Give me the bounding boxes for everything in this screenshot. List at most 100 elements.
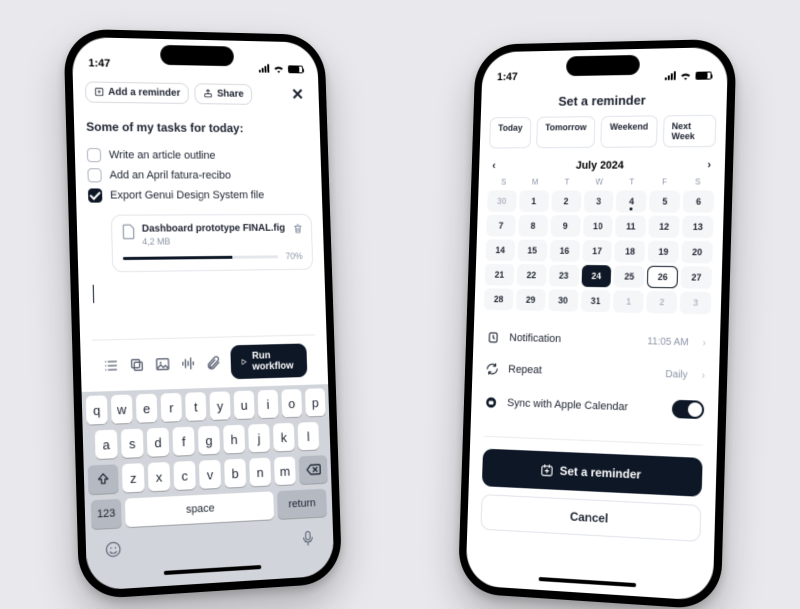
day-31[interactable]: 31 — [580, 290, 611, 313]
day-1[interactable]: 1 — [613, 290, 644, 313]
day-14[interactable]: 14 — [485, 239, 515, 261]
day-28[interactable]: 28 — [484, 288, 514, 310]
day-25[interactable]: 25 — [614, 265, 645, 287]
key-b[interactable]: b — [224, 459, 246, 488]
day-22[interactable]: 22 — [516, 264, 546, 286]
day-23[interactable]: 23 — [549, 265, 579, 287]
day-26[interactable]: 26 — [647, 266, 678, 289]
prev-month-button[interactable]: ‹ — [492, 160, 496, 172]
task-item[interactable]: Add an April fatura-recibo — [87, 168, 310, 182]
day-11[interactable]: 11 — [615, 215, 646, 237]
task-item[interactable]: Write an article outline — [87, 148, 310, 163]
quick-weekend[interactable]: Weekend — [600, 115, 657, 147]
task-checkbox[interactable] — [87, 148, 101, 162]
cancel-label: Cancel — [570, 510, 609, 526]
key-w[interactable]: w — [111, 395, 133, 424]
day-16[interactable]: 16 — [549, 240, 579, 262]
audio-wave-icon[interactable] — [180, 355, 196, 371]
set-reminder-button[interactable]: Set a reminder — [482, 449, 703, 497]
key-m[interactable]: m — [274, 457, 296, 486]
key-k[interactable]: k — [273, 423, 295, 452]
mic-icon[interactable] — [299, 529, 317, 548]
day-13[interactable]: 13 — [682, 216, 713, 238]
list-icon[interactable] — [103, 357, 119, 374]
text-caret[interactable] — [93, 281, 313, 303]
key-g[interactable]: g — [198, 426, 220, 455]
day-17[interactable]: 17 — [582, 240, 613, 262]
day-9[interactable]: 9 — [550, 215, 580, 237]
key-h[interactable]: h — [223, 425, 245, 454]
day-8[interactable]: 8 — [518, 215, 548, 237]
task-checkbox[interactable] — [87, 168, 101, 182]
keyboard[interactable]: qwertyuiop asdfghjkl zxcvbnm 123 space r… — [82, 384, 335, 591]
notch — [566, 55, 640, 76]
day-21[interactable]: 21 — [485, 264, 515, 286]
task-label: Add an April fatura-recibo — [109, 169, 231, 181]
attachment-icon[interactable] — [205, 355, 221, 371]
next-month-button[interactable]: › — [707, 159, 711, 171]
day-30[interactable]: 30 — [548, 289, 578, 311]
key-x[interactable]: x — [148, 462, 171, 491]
key-j[interactable]: j — [248, 424, 270, 453]
close-button[interactable]: ✕ — [287, 81, 308, 109]
key-t[interactable]: t — [185, 392, 206, 421]
day-7[interactable]: 7 — [486, 215, 516, 237]
day-19[interactable]: 19 — [648, 241, 679, 263]
key-o[interactable]: o — [281, 389, 302, 417]
task-item[interactable]: Export Genui Design System file — [88, 188, 311, 202]
quick-tomorrow[interactable]: Tomorrow — [536, 116, 596, 148]
day-4[interactable]: 4 — [616, 190, 647, 212]
key-y[interactable]: y — [209, 391, 230, 420]
key-f[interactable]: f — [172, 427, 194, 456]
key-z[interactable]: z — [122, 463, 145, 493]
key-e[interactable]: e — [136, 394, 158, 423]
day-10[interactable]: 10 — [583, 215, 614, 237]
emoji-icon[interactable] — [104, 540, 123, 559]
day-24[interactable]: 24 — [581, 265, 612, 287]
quick-today[interactable]: Today — [489, 117, 531, 149]
key-return[interactable]: return — [277, 489, 327, 519]
day-3[interactable]: 3 — [680, 291, 712, 314]
trash-icon[interactable] — [292, 223, 304, 235]
day-30[interactable]: 30 — [487, 190, 517, 212]
run-workflow-button[interactable]: Run workflow — [230, 343, 307, 379]
key-d[interactable]: d — [147, 428, 170, 457]
sync-toggle[interactable] — [672, 400, 705, 419]
dow-label: F — [648, 177, 681, 186]
day-27[interactable]: 27 — [681, 266, 713, 289]
key-shift[interactable] — [88, 464, 119, 494]
copy-icon[interactable] — [129, 357, 145, 374]
upload-percent: 70% — [285, 251, 302, 261]
key-l[interactable]: l — [298, 422, 320, 450]
task-checkbox[interactable] — [88, 188, 102, 202]
key-s[interactable]: s — [121, 429, 144, 458]
quick-next-week[interactable]: Next Week — [662, 115, 716, 148]
day-15[interactable]: 15 — [517, 240, 547, 262]
key-n[interactable]: n — [249, 458, 271, 487]
day-2[interactable]: 2 — [551, 190, 581, 212]
key-u[interactable]: u — [234, 391, 255, 420]
key-q[interactable]: q — [86, 395, 108, 424]
day-2[interactable]: 2 — [646, 291, 677, 314]
key-123[interactable]: 123 — [91, 499, 122, 529]
key-r[interactable]: r — [161, 393, 182, 422]
day-5[interactable]: 5 — [649, 190, 680, 212]
key-c[interactable]: c — [173, 461, 195, 490]
key-backspace[interactable] — [299, 455, 328, 484]
day-1[interactable]: 1 — [519, 190, 549, 212]
key-v[interactable]: v — [199, 460, 221, 489]
key-p[interactable]: p — [305, 388, 326, 416]
key-space[interactable]: space — [125, 491, 274, 527]
image-icon[interactable] — [155, 356, 171, 373]
day-12[interactable]: 12 — [649, 216, 680, 238]
battery-icon — [695, 71, 711, 79]
key-i[interactable]: i — [258, 390, 279, 418]
day-3[interactable]: 3 — [583, 190, 614, 212]
day-18[interactable]: 18 — [615, 240, 646, 262]
add-reminder-button[interactable]: Add a reminder — [85, 81, 189, 104]
key-a[interactable]: a — [95, 430, 118, 459]
day-29[interactable]: 29 — [516, 289, 546, 311]
share-button[interactable]: Share — [195, 83, 253, 105]
day-6[interactable]: 6 — [683, 191, 714, 213]
day-20[interactable]: 20 — [681, 241, 712, 264]
